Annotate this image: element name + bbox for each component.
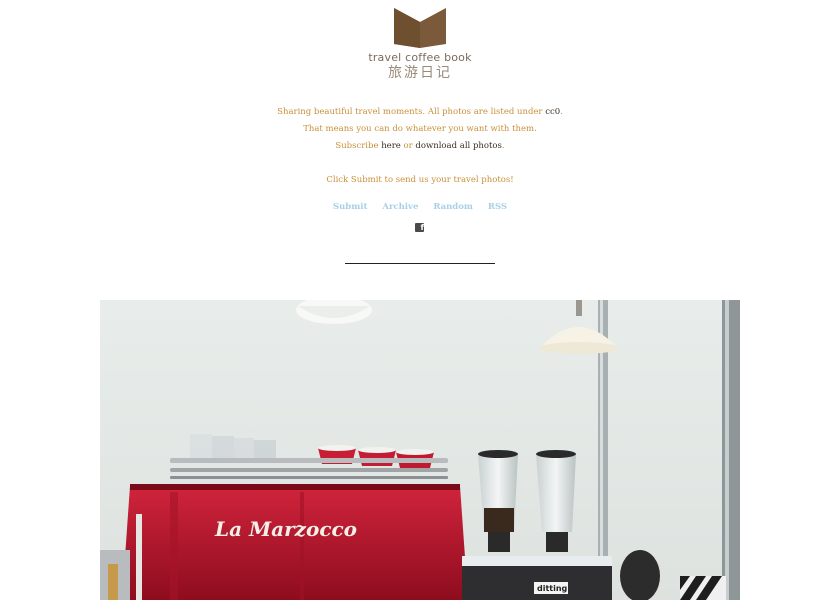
description-line-1: Sharing beautiful travel moments. All ph… <box>0 104 840 121</box>
machine-brand-text: La Marzocco <box>214 517 357 541</box>
subscribe-period: . <box>501 141 505 151</box>
main-nav: Submit Archive Random RSS <box>0 200 840 214</box>
nav-rss[interactable]: RSS <box>488 202 507 212</box>
site-logo[interactable]: travel coffee book 旅游日记 <box>0 4 840 81</box>
page: travel coffee book 旅游日记 Sharing beautifu… <box>0 0 840 600</box>
download-all-photos-link[interactable]: download all photos <box>415 141 502 151</box>
header-divider <box>345 263 495 264</box>
grinder-label-text: ditting <box>537 584 568 593</box>
book-logo-icon <box>394 8 446 48</box>
description-period: . <box>560 107 563 117</box>
description-line-2: That means you can do whatever you want … <box>303 124 537 134</box>
description-line-3: Subscribe here or download all photos. <box>0 138 840 155</box>
subscribe-or-text: or <box>400 141 416 151</box>
nav-submit[interactable]: Submit <box>333 202 367 212</box>
submit-note: Click Submit to send us your travel phot… <box>326 175 514 185</box>
logo-subtitle-cn: 旅游日记 <box>388 65 452 81</box>
cc0-link[interactable]: cc0 <box>545 107 560 117</box>
site-description: Sharing beautiful travel moments. All ph… <box>0 104 840 189</box>
subscribe-here-link[interactable]: here <box>381 141 401 151</box>
logo-title: travel coffee book <box>368 51 472 64</box>
espresso-machine-photo[interactable]: La Marzocco ditting <box>100 300 740 600</box>
subscribe-text: Subscribe <box>335 141 382 151</box>
description-text: Sharing beautiful travel moments. All ph… <box>277 107 546 117</box>
nav-archive[interactable]: Archive <box>382 202 418 212</box>
nav-random[interactable]: Random <box>433 202 473 212</box>
photo-illustration: La Marzocco ditting <box>100 300 740 600</box>
facebook-icon[interactable]: f <box>415 223 424 232</box>
